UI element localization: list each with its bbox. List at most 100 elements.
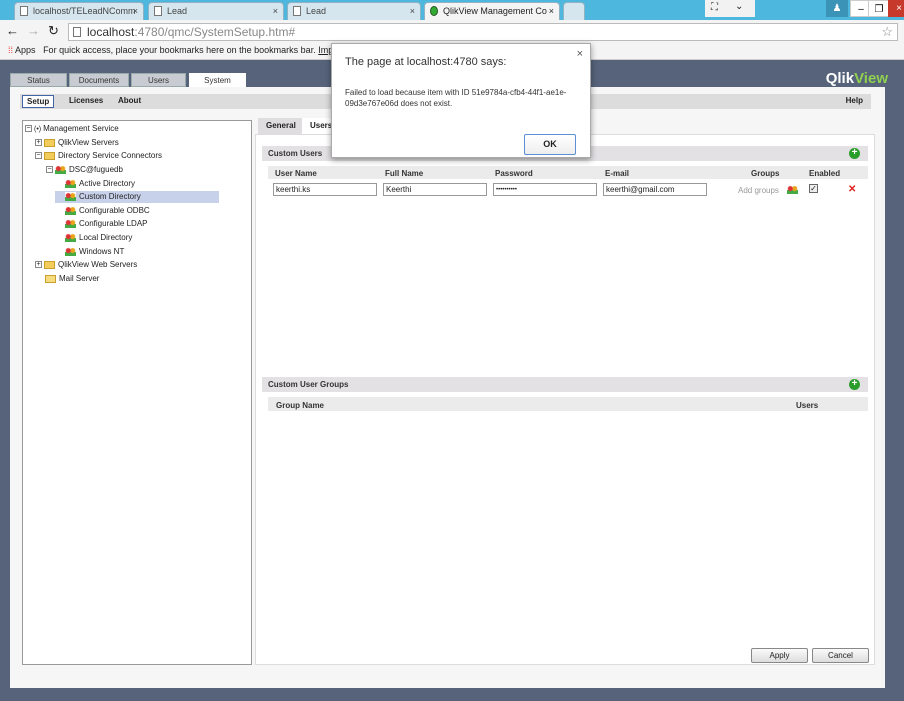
tree-item-mail-server[interactable]: Mail Server — [45, 273, 99, 285]
qlikview-favicon — [430, 6, 438, 16]
subnav-licenses[interactable]: Licenses — [65, 95, 107, 108]
tree-item-active-directory[interactable]: Active Directory — [65, 178, 135, 190]
expand-icon: + — [35, 139, 42, 147]
folder-icon — [44, 260, 55, 269]
tree-item-qlikview-web-servers[interactable]: + QlikView Web Servers — [35, 259, 137, 271]
collapse-icon: − — [35, 152, 42, 160]
groups-icon[interactable] — [787, 185, 798, 194]
folder-icon — [44, 151, 55, 160]
service-icon: (•) — [34, 126, 42, 133]
col-groups: Groups — [751, 169, 780, 178]
browser-tab[interactable]: Lead × — [148, 2, 284, 20]
reload-icon[interactable]: ↻ — [48, 23, 59, 39]
restore-button[interactable]: ❐ — [868, 0, 890, 17]
close-tab-icon[interactable]: × — [273, 6, 278, 16]
cancel-button[interactable]: Cancel — [812, 648, 869, 663]
users-icon — [65, 179, 76, 189]
email-input[interactable]: keerthi@gmail.com — [603, 183, 707, 196]
tab-options[interactable]: ⛶ ⌄ — [705, 0, 755, 17]
dialog-title: The page at localhost:4780 says: — [345, 56, 507, 68]
col-user-name: User Name — [275, 169, 317, 178]
close-tab-icon[interactable]: × — [133, 6, 138, 16]
help-link[interactable]: Help — [842, 95, 867, 108]
password-input[interactable]: •••••••••• — [493, 183, 597, 196]
dialog-message: Failed to load because item with ID 51e9… — [345, 88, 567, 108]
subnav-setup[interactable]: Setup — [22, 95, 55, 108]
url-host: localhost — [87, 25, 135, 39]
back-icon[interactable]: ← — [6, 23, 19, 38]
tree-item-management-service[interactable]: − (•) Management Service — [25, 123, 119, 135]
tab-label: localhost/TELeadNComm — [33, 6, 136, 16]
add-user-icon[interactable]: + — [849, 148, 860, 159]
alert-dialog: The page at localhost:4780 says: × Faile… — [331, 43, 591, 158]
col-group-name: Group Name — [276, 401, 325, 410]
tree-item-configurable-ldap[interactable]: Configurable LDAP — [65, 218, 147, 230]
user-icon[interactable]: ♟ — [826, 0, 848, 17]
tree-item-qlikview-servers[interactable]: + QlikView Servers — [35, 137, 119, 149]
fullscreen-icon[interactable]: ⛶ — [711, 2, 718, 13]
collapse-icon: − — [46, 166, 53, 174]
tree-panel: − (•) Management Service + QlikView Servers… — [22, 120, 252, 665]
page-icon — [73, 27, 81, 37]
ok-button[interactable]: OK — [524, 134, 576, 155]
col-full-name: Full Name — [385, 169, 424, 178]
forward-icon[interactable]: → — [27, 23, 40, 38]
close-dialog-icon[interactable]: × — [577, 48, 583, 60]
col-email: E-mail — [605, 169, 630, 178]
folder-icon — [44, 138, 55, 147]
page-icon — [154, 6, 162, 16]
browser-tab[interactable]: Lead × — [287, 2, 421, 20]
close-tab-icon[interactable]: × — [549, 6, 554, 16]
groups-table-header — [268, 397, 868, 411]
browser-tab-active[interactable]: QlikView Management Co × — [424, 2, 560, 20]
users-icon — [65, 247, 76, 257]
tree-item-local-directory[interactable]: Local Directory — [65, 232, 132, 244]
enabled-checkbox[interactable]: ✓ — [809, 184, 818, 193]
tab-label: Lead — [306, 6, 327, 16]
apps-link[interactable]: Apps — [15, 45, 36, 55]
add-group-icon[interactable]: + — [849, 379, 860, 390]
users-icon — [65, 206, 76, 216]
delete-user-icon[interactable]: ✕ — [848, 184, 856, 195]
nav-tab-documents[interactable]: Documents — [69, 73, 129, 87]
tab-label: Lead — [167, 6, 188, 16]
bookmark-star-icon[interactable]: ☆ — [881, 24, 893, 40]
col-enabled: Enabled — [809, 169, 841, 178]
chevron-down-icon[interactable]: ⌄ — [735, 1, 743, 12]
url-input[interactable]: localhost:4780/qmc/SystemSetup.htm# ☆ — [68, 23, 898, 41]
collapse-icon: − — [25, 125, 32, 133]
custom-user-groups-header: Custom User Groups + — [262, 377, 868, 392]
users-icon — [65, 192, 76, 202]
browser-tab[interactable]: localhost/TELeadNComm × — [14, 2, 144, 20]
users-icon — [65, 233, 76, 243]
nav-tab-status[interactable]: Status — [10, 73, 67, 87]
close-tab-icon[interactable]: × — [410, 6, 415, 16]
apply-button[interactable]: Apply — [751, 648, 808, 663]
col-password: Password — [495, 169, 533, 178]
tab-label: QlikView Management Co — [443, 6, 547, 16]
expand-icon: + — [35, 261, 42, 269]
tree-item-custom-directory[interactable]: Custom Directory — [55, 191, 219, 203]
close-window-button[interactable]: × — [888, 0, 904, 17]
tree-item-directory-service-connectors[interactable]: − Directory Service Connectors — [35, 150, 162, 162]
users-icon — [55, 165, 66, 175]
tree-item-configurable-odbc[interactable]: Configurable ODBC — [65, 205, 150, 217]
subnav-about[interactable]: About — [114, 95, 145, 108]
full-name-input[interactable]: Keerthi — [383, 183, 487, 196]
nav-tab-users[interactable]: Users — [131, 73, 186, 87]
tree-item-dsc[interactable]: − DSC@fuguedb — [46, 164, 123, 176]
mail-icon — [45, 274, 56, 283]
qlikview-logo: QlikView — [825, 70, 888, 87]
col-users: Users — [796, 401, 819, 410]
add-groups-link[interactable]: Add groups — [738, 186, 779, 195]
nav-tab-system[interactable]: System — [189, 73, 246, 88]
tree-item-windows-nt[interactable]: Windows NT — [65, 246, 124, 258]
tab-general[interactable]: General — [258, 118, 304, 134]
page-icon — [293, 6, 301, 16]
user-name-input[interactable]: keerthi.ks — [273, 183, 377, 196]
bookmarks-hint: For quick access, place your bookmarks h… — [43, 45, 316, 55]
users-icon — [65, 219, 76, 229]
new-tab-button[interactable] — [563, 2, 585, 20]
url-path: :4780/qmc/SystemSetup.htm# — [134, 25, 296, 39]
browser-tab-strip: localhost/TELeadNComm × Lead × Lead × QlikV… — [0, 0, 904, 20]
